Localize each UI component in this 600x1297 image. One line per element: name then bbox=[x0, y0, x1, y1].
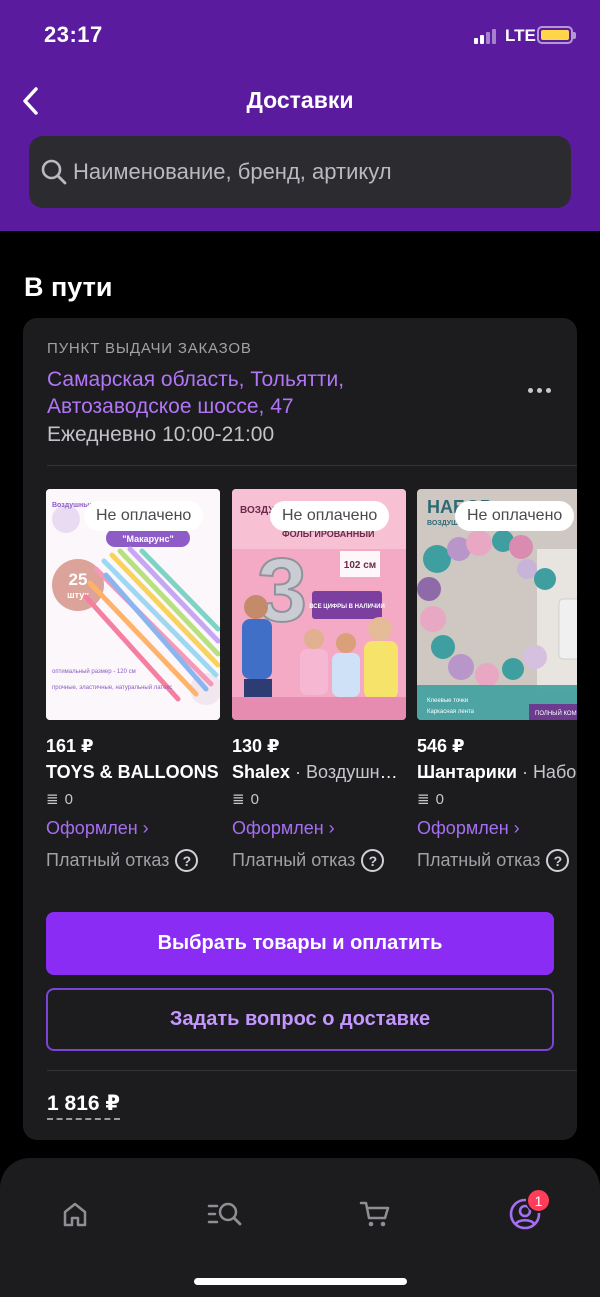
product-brand: TOYS & BALLOONS bbox=[46, 762, 219, 782]
products-carousel[interactable]: "Макарунс" Воздушные шары для моделирова… bbox=[46, 489, 577, 879]
reviews-count: 0 bbox=[64, 790, 73, 808]
tab-home[interactable] bbox=[55, 1194, 95, 1234]
select-and-pay-button[interactable]: Выбрать товары и оплатить bbox=[46, 912, 554, 975]
paid-refusal-label: Платный отказ bbox=[417, 850, 541, 870]
pickup-address[interactable]: Самарская область, Тольятти, Автозаводск… bbox=[47, 366, 467, 420]
more-options-button[interactable] bbox=[519, 378, 559, 402]
question-icon[interactable]: ? bbox=[361, 849, 385, 872]
search-icon bbox=[41, 159, 67, 185]
catalog-search-icon bbox=[207, 1202, 242, 1226]
product-name: Шантарики · Набор bbox=[417, 762, 577, 783]
product-image[interactable]: НАБОР ВОЗДУШНЫХ ШАРОВ bbox=[417, 489, 577, 720]
network-type: LTE bbox=[505, 26, 536, 45]
product-image-size: оптимальный размер - 120 см bbox=[52, 668, 136, 675]
product-name: TOYS & BALLOONS bbox=[46, 762, 220, 783]
paid-refusal: Платный отказ? bbox=[417, 849, 570, 872]
product-brand: Шантарики bbox=[417, 762, 517, 782]
total-price[interactable]: 1 816 ₽ bbox=[47, 1091, 120, 1120]
order-status-link[interactable]: Оформлен › bbox=[417, 818, 520, 839]
signal-icon bbox=[474, 28, 500, 44]
bottom-tab-bar bbox=[0, 1158, 600, 1297]
delivery-card: ПУНКТ ВЫДАЧИ ЗАКАЗОВ Самарская область, … bbox=[23, 318, 577, 1140]
order-status-link[interactable]: Оформлен › bbox=[232, 818, 335, 839]
paid-refusal: Платный отказ? bbox=[232, 849, 385, 872]
product-image[interactable]: "Макарунс" Воздушные шары для моделирова… bbox=[46, 489, 220, 720]
top-header: 23:17 LTE Доставки bbox=[0, 0, 600, 231]
product-name: Shalex · Воздушный шар bbox=[232, 762, 406, 783]
product-image-material: прочные, эластичные, натуральный латекс bbox=[52, 684, 172, 691]
payment-status-badge: Не оплачено bbox=[84, 501, 204, 531]
product-title: Набор bbox=[532, 762, 577, 782]
pickup-label: ПУНКТ ВЫДАЧИ ЗАКАЗОВ bbox=[47, 340, 252, 357]
product-reviews: ≣ 0 bbox=[232, 790, 259, 809]
product-image-tag: "Макарунс" bbox=[122, 534, 173, 544]
search-bar[interactable] bbox=[29, 136, 571, 208]
reviews-count: 0 bbox=[435, 790, 444, 808]
product-title: Воздушный шар bbox=[306, 762, 406, 782]
home-icon bbox=[63, 1202, 87, 1227]
home-indicator[interactable] bbox=[194, 1278, 407, 1285]
divider bbox=[47, 465, 577, 466]
product-price: 130 ₽ bbox=[232, 736, 280, 756]
product-image-size: 102 см bbox=[344, 560, 376, 571]
reviews-icon: ≣ bbox=[232, 791, 245, 808]
product-price: 161 ₽ bbox=[46, 736, 94, 756]
status-bar: 23:17 LTE bbox=[0, 0, 600, 72]
product-image-b1: Клеевые точки bbox=[427, 698, 468, 704]
product-reviews: ≣ 0 bbox=[46, 790, 73, 809]
product-price: 546 ₽ bbox=[417, 736, 465, 756]
product-image-count: 25 bbox=[69, 570, 88, 589]
paid-refusal: Платный отказ? bbox=[46, 849, 199, 872]
payment-status-badge: Не оплачено bbox=[455, 501, 575, 531]
status-time: 23:17 bbox=[44, 22, 103, 47]
reviews-count: 0 bbox=[250, 790, 259, 808]
reviews-icon: ≣ bbox=[417, 791, 430, 808]
reviews-icon: ≣ bbox=[46, 791, 59, 808]
cart-icon bbox=[359, 1201, 390, 1227]
battery-icon bbox=[537, 26, 576, 44]
product-reviews: ≣ 0 bbox=[417, 790, 444, 809]
product-image-stock: ВСЕ ЦИФРЫ В НАЛИЧИИ bbox=[309, 604, 385, 610]
ask-question-button[interactable]: Задать вопрос о доставке bbox=[46, 988, 554, 1051]
question-icon[interactable]: ? bbox=[546, 849, 570, 872]
paid-refusal-label: Платный отказ bbox=[232, 850, 356, 870]
product-brand: Shalex bbox=[232, 762, 291, 782]
paid-refusal-label: Платный отказ bbox=[46, 850, 170, 870]
question-icon[interactable]: ? bbox=[175, 849, 199, 872]
section-title: В пути bbox=[24, 272, 113, 302]
product-image-b3: ПОЛНЫЙ КОМПЛЕКТ bbox=[535, 709, 577, 717]
pickup-hours: Ежедневно 10:00-21:00 bbox=[47, 423, 275, 446]
payment-status-badge: Не оплачено bbox=[270, 501, 390, 531]
order-status-link[interactable]: Оформлен › bbox=[46, 818, 149, 839]
profile-notification-badge: 1 bbox=[526, 1188, 551, 1213]
divider bbox=[47, 1070, 577, 1071]
tab-catalog[interactable] bbox=[205, 1194, 245, 1234]
product-image-b2: Каркасная лента bbox=[427, 709, 475, 715]
product-image[interactable]: ВОЗДУШНЫЙ ШАР ФОЛЬГИРОВАННЫЙ 3 102 см ВС… bbox=[232, 489, 406, 720]
page-title: Доставки bbox=[246, 87, 354, 113]
tab-cart[interactable] bbox=[355, 1194, 395, 1234]
search-input[interactable] bbox=[73, 136, 553, 208]
